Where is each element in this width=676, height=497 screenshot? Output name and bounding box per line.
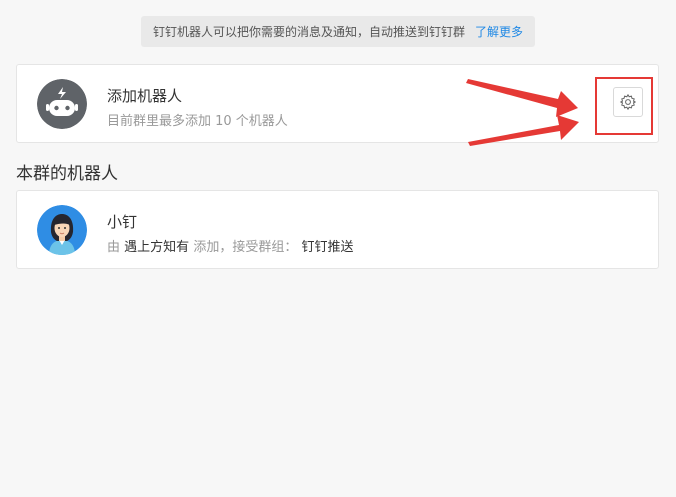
notice-text: 钉钉机器人可以把你需要的消息及通知，自动推送到钉钉群 xyxy=(152,25,465,39)
gear-icon xyxy=(619,93,637,111)
robot-avatar-xiaoding xyxy=(37,205,87,255)
robot-name: 小钉 xyxy=(107,213,138,231)
robot-avatar xyxy=(37,79,87,129)
notice-bar-wrapper: 钉钉机器人可以把你需要的消息及通知，自动推送到钉钉群 了解更多 xyxy=(0,16,676,47)
notice-bar: 钉钉机器人可以把你需要的消息及通知，自动推送到钉钉群 了解更多 xyxy=(140,16,536,47)
section-title: 本群的机器人 xyxy=(16,164,118,184)
robot-settings-button[interactable] xyxy=(613,87,643,117)
robot-by-prefix: 由 xyxy=(107,240,121,255)
robot-creator: 遇上方知有 xyxy=(124,240,190,255)
robot-added-text: 添加，接受群组： xyxy=(193,240,298,255)
person-avatar-icon xyxy=(37,205,87,255)
learn-more-link[interactable]: 了解更多 xyxy=(475,23,523,40)
add-robot-title: 添加机器人 xyxy=(107,87,183,105)
robot-card[interactable]: 小钉 由 遇上方知有 添加，接受群组： 钉钉推送 xyxy=(16,190,659,269)
robot-group: 钉钉推送 xyxy=(301,240,354,255)
robot-meta: 由 遇上方知有 添加，接受群组： 钉钉推送 xyxy=(107,236,353,255)
add-robot-subtitle: 目前群里最多添加 10 个机器人 xyxy=(107,114,288,129)
robot-icon xyxy=(37,79,87,129)
add-robot-card[interactable]: 添加机器人 目前群里最多添加 10 个机器人 xyxy=(16,64,659,143)
